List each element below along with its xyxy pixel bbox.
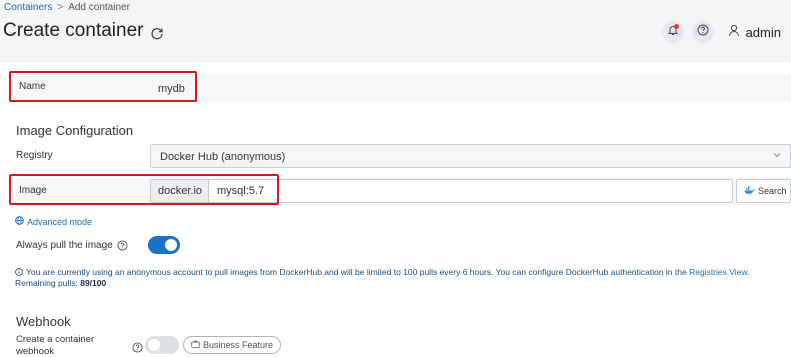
webhook-title: Webhook [16, 314, 71, 329]
name-row [11, 74, 791, 102]
header-actions: admin [661, 21, 781, 43]
briefcase-icon [191, 340, 200, 350]
business-feature-label: Business Feature [203, 340, 274, 350]
image-label: Image [19, 185, 47, 196]
registry-value: Docker Hub (anonymous) [160, 151, 286, 163]
page-title: Create container [3, 20, 164, 42]
notification-dot [673, 24, 679, 29]
registries-view-link[interactable]: Registries View [689, 267, 747, 277]
image-configuration-title: Image Configuration [16, 123, 134, 138]
image-input[interactable]: mysql:5.7 [217, 185, 264, 197]
toggle-knob [148, 339, 160, 351]
help-icon [697, 23, 709, 41]
name-input[interactable]: mydb [149, 77, 197, 101]
registry-select[interactable]: Docker Hub (anonymous) [150, 144, 791, 168]
search-label: Search [758, 186, 787, 196]
notifications-button[interactable] [661, 21, 684, 43]
page-title-text: Create container [3, 20, 144, 41]
webhook-toggle[interactable] [145, 336, 179, 354]
dockerhub-notice: You are currently using an anonymous acc… [15, 267, 785, 289]
image-registry-prefix: docker.io [151, 180, 209, 202]
always-pull-toggle[interactable] [148, 236, 180, 254]
webhook-label: Create a container webhook [16, 334, 95, 357]
username: admin [745, 24, 781, 40]
chevron-down-icon [772, 150, 782, 160]
breadcrumb-current: Add container [68, 2, 130, 13]
help-icon[interactable] [132, 340, 143, 357]
remaining-pulls-value: 89/100 [80, 278, 107, 288]
toggle-knob [165, 239, 177, 251]
always-pull-text: Always pull the image [16, 240, 113, 251]
help-button[interactable] [691, 21, 714, 43]
breadcrumb: Containers > Add container [4, 2, 130, 13]
breadcrumb-separator: > [57, 2, 64, 13]
docker-icon [744, 186, 755, 196]
notice-text: You are currently using an anonymous acc… [26, 267, 687, 277]
breadcrumb-containers-link[interactable]: Containers [4, 2, 52, 13]
help-icon[interactable] [117, 240, 128, 251]
name-label: Name [19, 81, 46, 92]
search-button[interactable]: Search [736, 179, 791, 203]
page-header: Containers > Add container Create containe… [0, 0, 791, 62]
user-menu[interactable]: admin [728, 24, 781, 40]
business-feature-badge: Business Feature [183, 336, 282, 354]
image-input-group: docker.io mysql:5.7 [150, 179, 733, 203]
refresh-icon[interactable] [150, 24, 164, 40]
always-pull-label: Always pull the image [16, 240, 128, 251]
user-icon [728, 24, 740, 40]
globe-icon [15, 216, 24, 227]
info-icon [15, 268, 23, 276]
advanced-mode-link[interactable]: Advanced mode [15, 216, 92, 227]
registry-label: Registry [16, 150, 53, 161]
advanced-mode-label: Advanced mode [27, 216, 93, 227]
create-container-form: Name mydb Image Configuration Registry D… [5, 64, 791, 357]
